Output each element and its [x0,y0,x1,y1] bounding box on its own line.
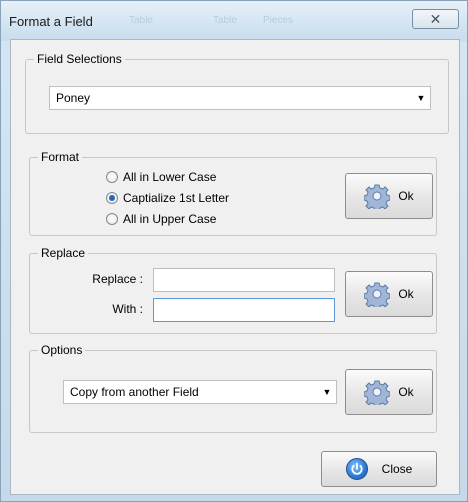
background-tab-text: Table [129,15,153,26]
power-icon [345,458,368,480]
radio-button[interactable] [106,213,118,225]
window-close-button[interactable]: ✕ [412,9,459,29]
format-field-window: Format a Field Table Table Pieces ✕ Fiel… [0,0,468,502]
radio-label: All in Lower Case [123,170,217,184]
radio-upper-case[interactable]: All in Upper Case [106,212,216,226]
format-legend: Format [41,150,80,164]
field-selections-legend: Field Selections [37,52,122,66]
replace-ok-button[interactable]: Ok [345,271,433,317]
radio-lower-case[interactable]: All in Lower Case [106,170,216,184]
close-icon: ✕ [429,10,442,27]
gear-icon [364,380,391,405]
background-tab-text: Table [213,15,237,26]
options-value: Copy from another Field [70,385,199,399]
window-title: Format a Field [9,14,93,29]
dialog-body: Field Selections Poney ▼ Format All in L… [10,39,460,495]
background-tab-text: Pieces [263,15,294,26]
format-ok-button[interactable]: Ok [345,173,433,219]
field-selection-value: Poney [56,91,91,105]
gear-icon [364,184,391,209]
ok-label: Ok [398,189,414,203]
options-ok-button[interactable]: Ok [345,369,433,415]
options-dropdown[interactable]: Copy from another Field ▼ [63,380,337,404]
chevron-down-icon: ▼ [416,93,426,103]
close-label: Close [381,462,413,476]
options-legend: Options [41,343,83,357]
with-input[interactable] [153,298,335,322]
replace-label: Replace : [92,272,143,286]
radio-button[interactable] [106,192,118,204]
radio-button[interactable] [106,171,118,183]
replace-input[interactable] [153,268,335,292]
ok-label: Ok [398,385,414,399]
gear-icon [364,282,391,307]
radio-capitalize-first[interactable]: Captialize 1st Letter [106,191,229,205]
with-label: With : [112,302,143,316]
ok-label: Ok [398,287,414,301]
field-selection-dropdown[interactable]: Poney ▼ [49,86,431,110]
radio-label: All in Upper Case [123,212,217,226]
replace-legend: Replace [41,246,86,260]
chevron-down-icon: ▼ [322,387,332,397]
close-button[interactable]: Close [321,451,437,487]
title-bar[interactable]: Format a Field Table Table Pieces ✕ [1,1,467,41]
radio-label: Captialize 1st Letter [123,191,230,205]
